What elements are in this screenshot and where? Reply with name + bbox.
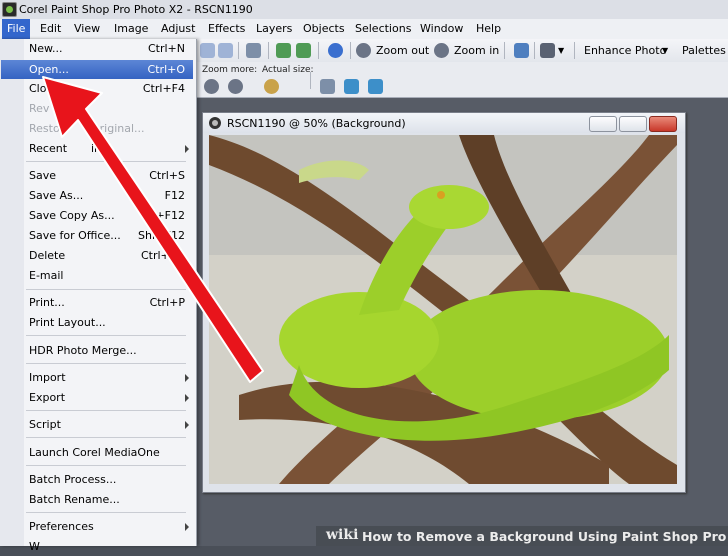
- menu-separator: [26, 335, 186, 336]
- submenu-arrow-icon: [185, 523, 189, 531]
- menu-file[interactable]: File: [2, 19, 31, 39]
- new-image-icon[interactable]: [246, 43, 261, 58]
- redo-icon[interactable]: [218, 43, 233, 58]
- chevron-down-icon[interactable]: ▼: [558, 42, 564, 59]
- zoom-out-icon[interactable]: [228, 79, 243, 94]
- fit-window-icon[interactable]: [320, 79, 335, 94]
- title-bar: Corel Paint Shop Pro Photo X2 - RSCN1190: [0, 0, 728, 20]
- menu-item-save-as[interactable]: Save As... F12: [1, 186, 193, 205]
- learning-center-icon[interactable]: [296, 43, 311, 58]
- menu-view[interactable]: View: [69, 19, 105, 39]
- zoom-out-button[interactable]: Zoom out: [376, 42, 429, 59]
- menu-separator: [26, 437, 186, 438]
- menu-item-workspace[interactable]: W: [1, 537, 193, 556]
- menu-item-save[interactable]: Save Ctrl+S: [1, 166, 193, 185]
- menu-help[interactable]: Help: [471, 19, 506, 39]
- menu-separator: [26, 512, 186, 513]
- zoom-out-icon[interactable]: [356, 43, 371, 58]
- toolbar-separator: [504, 42, 505, 59]
- menu-separator: [26, 289, 186, 290]
- zoom-in-icon[interactable]: [434, 43, 449, 58]
- image-window-titlebar[interactable]: RSCN1190 @ 50% (Background): [203, 113, 685, 133]
- toolbar-separator: [268, 42, 269, 59]
- menu-item-script[interactable]: Script: [1, 415, 193, 434]
- menu-item-preferences[interactable]: Preferences: [1, 517, 193, 536]
- actual-size-icon[interactable]: [264, 79, 279, 94]
- image-window[interactable]: RSCN1190 @ 50% (Background): [202, 112, 686, 493]
- image-icon: [209, 117, 221, 129]
- menu-item-export[interactable]: Export: [1, 388, 193, 407]
- toolbar-separator: [318, 42, 319, 59]
- menu-item-save-copy-as[interactable]: Save Copy As... rl+F12: [1, 206, 193, 225]
- menu-item-new[interactable]: New... Ctrl+N: [1, 39, 193, 58]
- maximize-button[interactable]: [619, 116, 647, 132]
- menu-item-open[interactable]: Open... Ctrl+O: [1, 60, 193, 79]
- toolbar-separator: [574, 42, 575, 59]
- submenu-arrow-icon: [185, 145, 189, 153]
- screen-capture-icon[interactable]: [514, 43, 529, 58]
- zoom-in-button[interactable]: Zoom in: [454, 42, 499, 59]
- menu-item-batch-rename[interactable]: Batch Rename...: [1, 490, 193, 509]
- undo-icon[interactable]: [200, 43, 215, 58]
- watermark-title: How to Remove a Background Using Paint S…: [362, 529, 728, 544]
- organizer-icon[interactable]: [276, 43, 291, 58]
- menu-edit[interactable]: Edit: [35, 19, 66, 39]
- menu-separator: [26, 363, 186, 364]
- mediaone-icon[interactable]: [540, 43, 555, 58]
- menu-separator: [26, 465, 186, 466]
- menu-item-restore-original: Resto Original...: [29, 122, 145, 135]
- menu-selections[interactable]: Selections: [350, 19, 416, 39]
- menu-item-hdr-photo-merge[interactable]: HDR Photo Merge...: [1, 341, 193, 360]
- minimize-button[interactable]: [589, 116, 617, 132]
- snake-photo: [209, 135, 677, 484]
- close-button[interactable]: [649, 116, 677, 132]
- app-icon: [2, 2, 17, 17]
- actual-size-label: Actual size:: [262, 65, 314, 75]
- menu-item-batch-process[interactable]: Batch Process...: [1, 470, 193, 489]
- menu-layers[interactable]: Layers: [251, 19, 297, 39]
- menu-item-save-for-office[interactable]: Save for Office... Shi F12: [1, 226, 193, 245]
- toolbar-separator: [534, 42, 535, 59]
- zoom-in-icon[interactable]: [204, 79, 219, 94]
- palettes-button[interactable]: Palettes: [682, 42, 726, 59]
- chevron-down-icon[interactable]: ▼: [662, 42, 668, 59]
- enhance-photo-button[interactable]: Enhance Photo: [584, 42, 666, 59]
- submenu-arrow-icon: [185, 374, 189, 382]
- menu-effects[interactable]: Effects: [203, 19, 250, 39]
- info-icon[interactable]: [328, 43, 343, 58]
- toolbar-separator: [350, 42, 351, 59]
- file-menu: New... Ctrl+N Open... Ctrl+O Clo Ctrl+F4…: [0, 39, 197, 553]
- toolbar-separator: [310, 72, 311, 89]
- menu-item-revert: Rev: [29, 102, 50, 115]
- standard-toolbar: Zoom out Zoom in ▼ Enhance Photo ▼ Palet…: [196, 39, 728, 63]
- fit-image-icon[interactable]: [344, 79, 359, 94]
- zoom-more-label: Zoom more:: [202, 65, 258, 75]
- toolbar-separator: [238, 42, 239, 59]
- window-title: Corel Paint Shop Pro Photo X2 - RSCN1190: [19, 3, 253, 16]
- menu-separator: [26, 410, 186, 411]
- wikihow-watermark: wiki How to Remove a Background Using Pa…: [316, 526, 728, 546]
- tool-options-bar: Zoom more: Actual size:: [196, 62, 728, 98]
- menu-item-launch-mediaone[interactable]: Launch Corel MediaOne: [1, 443, 193, 462]
- menu-window[interactable]: Window: [415, 19, 468, 39]
- menu-item-close[interactable]: Clo Ctrl+F4: [1, 79, 193, 98]
- menu-item-print-layout[interactable]: Print Layout...: [1, 313, 193, 332]
- menu-item-recent-files[interactable]: Recent iles: [1, 139, 193, 158]
- menu-bar: File Edit View Image Adjust Effects Laye…: [0, 19, 728, 40]
- submenu-arrow-icon: [185, 421, 189, 429]
- menu-separator: [26, 161, 186, 162]
- menu-adjust[interactable]: Adjust: [156, 19, 200, 39]
- menu-item-import[interactable]: Import: [1, 368, 193, 387]
- menu-objects[interactable]: Objects: [298, 19, 350, 39]
- fit-screen-icon[interactable]: [368, 79, 383, 94]
- submenu-arrow-icon: [185, 394, 189, 402]
- menu-item-email[interactable]: E-mail: [1, 266, 193, 285]
- menu-item-delete[interactable]: Delete Ctrl+De: [1, 246, 193, 265]
- wikihow-logo: wiki: [326, 527, 359, 543]
- image-window-title: RSCN1190 @ 50% (Background): [227, 117, 406, 130]
- menu-image[interactable]: Image: [109, 19, 153, 39]
- menu-item-print[interactable]: Print... Ctrl+P: [1, 293, 193, 312]
